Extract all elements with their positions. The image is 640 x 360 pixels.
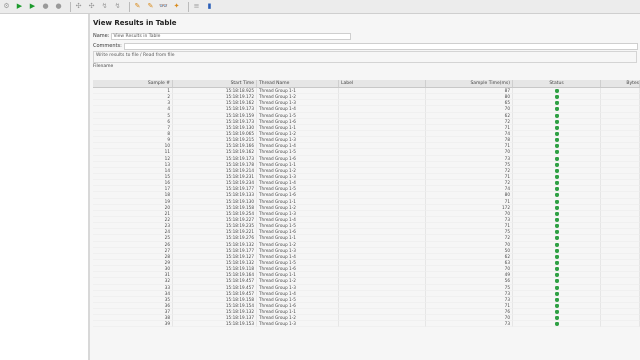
name-label: Name: xyxy=(93,33,110,39)
success-shield-icon xyxy=(554,125,559,130)
success-shield-icon xyxy=(554,95,559,100)
success-shield-icon xyxy=(554,279,559,284)
label-cell xyxy=(339,321,426,328)
write-results-label: Write results to file / Read from file xyxy=(96,53,175,58)
success-shield-icon xyxy=(554,267,559,272)
success-shield-icon xyxy=(554,181,559,186)
shutdown-icon[interactable]: ● xyxy=(54,2,63,11)
comments-row: Comments: xyxy=(93,42,638,50)
remote-stop-all-icon[interactable]: ↯ xyxy=(113,2,122,11)
success-shield-icon xyxy=(554,193,559,198)
success-shield-icon xyxy=(554,107,559,112)
column-header[interactable]: Sample # xyxy=(93,80,173,87)
status-cell xyxy=(513,321,601,328)
success-shield-icon xyxy=(554,168,559,173)
toolbar-separator xyxy=(70,1,71,12)
success-shield-icon xyxy=(554,205,559,210)
name-field[interactable]: View Results in Table xyxy=(111,32,352,40)
success-shield-icon xyxy=(554,224,559,229)
table-body: 1 15:18:18.925 Thread Group 1-1 87 2 15:18:19… xyxy=(93,88,640,328)
remote-stop-icon[interactable]: ↯ xyxy=(100,2,109,11)
success-shield-icon xyxy=(554,236,559,241)
success-shield-icon xyxy=(554,217,559,222)
success-shield-icon xyxy=(554,254,559,259)
bytes-cell xyxy=(601,321,640,328)
panel-title: View Results in Table xyxy=(93,19,177,27)
success-shield-icon xyxy=(554,156,559,161)
function-helper-icon[interactable]: ≡ xyxy=(192,2,201,11)
comments-field[interactable] xyxy=(123,42,638,50)
play-icon[interactable]: ▶ xyxy=(15,2,24,11)
test-plan-tree[interactable] xyxy=(0,14,88,360)
success-shield-icon xyxy=(554,101,559,106)
thread-name-cell: Thread Group 1-3 xyxy=(257,321,339,328)
toolbar-separator xyxy=(188,1,189,12)
success-shield-icon xyxy=(554,113,559,118)
name-row: Name: View Results in Table xyxy=(93,32,352,40)
success-shield-icon xyxy=(554,211,559,216)
success-shield-icon xyxy=(554,303,559,308)
success-shield-icon xyxy=(554,131,559,136)
success-shield-icon xyxy=(554,144,559,149)
success-shield-icon xyxy=(554,174,559,179)
column-header[interactable]: Bytes xyxy=(601,80,640,87)
sample-time-cell: 73 xyxy=(426,321,513,328)
success-shield-icon xyxy=(554,150,559,155)
clear-all-icon[interactable]: ✎ xyxy=(146,2,155,11)
success-shield-icon xyxy=(554,187,559,192)
success-shield-icon xyxy=(554,199,559,204)
success-shield-icon xyxy=(554,273,559,278)
column-header[interactable]: Thread Name xyxy=(257,80,339,87)
table-header: Sample # Start Time Thread Name Label Sample… xyxy=(93,80,640,88)
success-shield-icon xyxy=(554,297,559,302)
success-shield-icon xyxy=(554,138,559,143)
filename-label: Filename xyxy=(93,64,114,69)
success-shield-icon xyxy=(554,119,559,124)
start-time-cell: 15:18:19.153 xyxy=(173,321,257,328)
reset-search-icon[interactable]: ✦ xyxy=(172,2,181,11)
stop-icon[interactable]: ● xyxy=(41,2,50,11)
toolbar-separator xyxy=(129,1,130,12)
column-header[interactable]: Start Time xyxy=(173,80,257,87)
search-icon[interactable]: 👓 xyxy=(159,2,168,11)
success-shield-icon xyxy=(554,310,559,315)
remote-start-icon[interactable]: ✣ xyxy=(74,2,83,11)
column-header[interactable]: Sample Time(ms) xyxy=(426,80,513,87)
success-shield-icon xyxy=(554,316,559,321)
play-no-pause-icon[interactable]: ▶ xyxy=(28,2,37,11)
success-shield-icon xyxy=(554,291,559,296)
success-shield-icon xyxy=(554,230,559,235)
table-row[interactable]: 39 15:18:19.153 Thread Group 1-3 73 xyxy=(93,321,640,328)
success-shield-icon xyxy=(554,162,559,167)
remote-start-all-icon[interactable]: ✣ xyxy=(87,2,96,11)
column-header[interactable]: Label xyxy=(339,80,426,87)
gear-icon[interactable]: ⚙ xyxy=(2,2,11,11)
main-toolbar: ⚙ ▶ ▶ ● ● ✣ ✣ ↯ ↯ ✎ ✎ 👓 ✦ ≡ ▮ xyxy=(0,0,640,14)
sample-number-cell: 39 xyxy=(93,321,173,328)
view-results-table-panel: View Results in Table Name: View Results… xyxy=(90,14,640,360)
comments-label: Comments: xyxy=(93,43,122,49)
write-results-group: Write results to file / Read from file xyxy=(93,51,637,63)
results-table: Sample # Start Time Thread Name Label Sample… xyxy=(93,80,640,328)
success-shield-icon xyxy=(554,260,559,265)
success-shield-icon xyxy=(554,248,559,253)
help-icon[interactable]: ▮ xyxy=(205,2,214,11)
success-shield-icon xyxy=(554,242,559,247)
clear-icon[interactable]: ✎ xyxy=(133,2,142,11)
column-header[interactable]: Status xyxy=(513,80,601,87)
success-shield-icon xyxy=(554,89,559,93)
success-shield-icon xyxy=(554,322,559,327)
success-shield-icon xyxy=(554,285,559,290)
